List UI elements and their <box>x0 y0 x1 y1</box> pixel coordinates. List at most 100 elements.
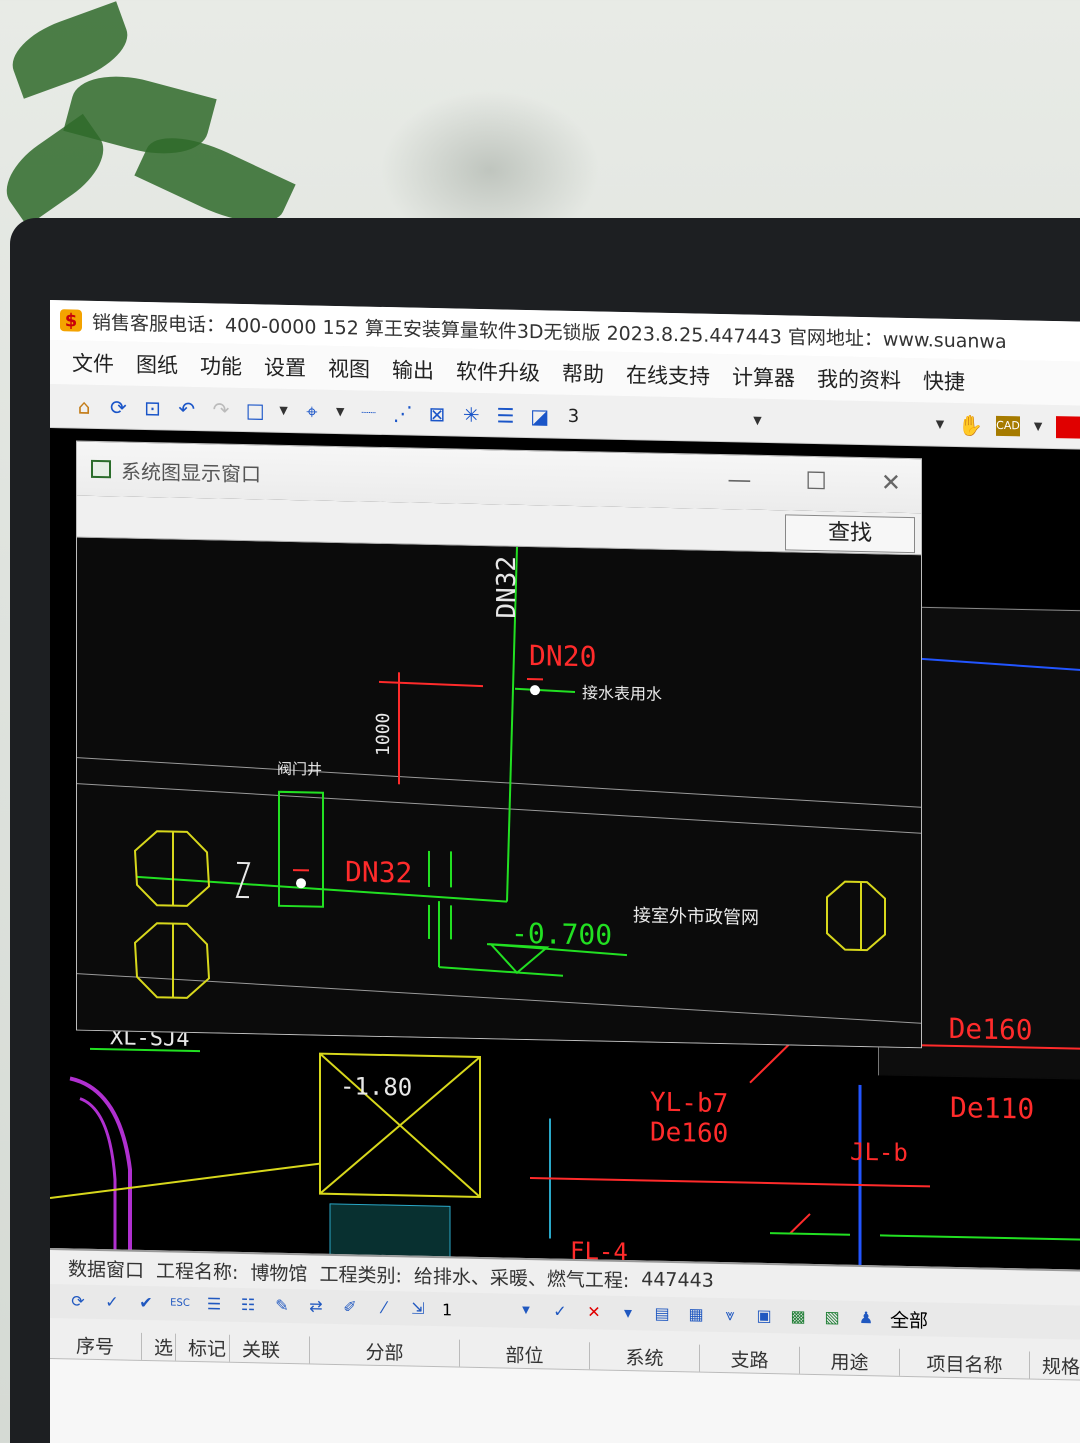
home-icon[interactable]: ⌂ <box>74 394 94 418</box>
label-yl-b7: YL-b7 <box>650 1088 728 1120</box>
edit-icon[interactable]: ✎ <box>272 1296 292 1315</box>
project-name: 博物馆 <box>250 1261 308 1285</box>
chevron-down-icon[interactable]: ▼ <box>1034 420 1042 433</box>
export-icon[interactable]: ▧ <box>822 1307 842 1326</box>
edit-icon[interactable]: ◪ <box>530 404 550 428</box>
delete-icon[interactable]: ✕ <box>584 1302 604 1321</box>
layout-icon[interactable]: ▣ <box>754 1306 774 1325</box>
chevron-down-icon[interactable]: ▼ <box>516 1302 536 1320</box>
label-elevation: -0.700 <box>511 917 612 952</box>
chevron-down-icon[interactable]: ▼ <box>336 405 344 418</box>
menu-calculator[interactable]: 计算器 <box>732 361 795 392</box>
label-jl-b: JL-b <box>850 1138 908 1167</box>
project-name-label: 工程名称: <box>156 1259 239 1284</box>
menu-shortcut[interactable]: 快捷 <box>923 365 965 396</box>
chevron-down-icon[interactable]: ▼ <box>753 414 761 427</box>
label-de160-a: De160 <box>949 1012 1033 1047</box>
cad-badge[interactable]: CAD <box>996 415 1020 436</box>
undo-icon[interactable]: ↶ <box>177 396 197 420</box>
system-window-title: 系统图显示窗口 <box>121 458 261 486</box>
system-diagram-window[interactable]: 系统图显示窗口 — ☐ ✕ 查找 DN32 DN20 接水表用水 1000 阀门… <box>76 440 922 1049</box>
zoom-extent-icon[interactable]: ⊡ <box>142 395 162 419</box>
layer-value[interactable]: 3 <box>568 406 579 427</box>
label-valve-well: 阀门井 <box>277 760 322 779</box>
col-index[interactable]: 序号 <box>64 1331 142 1360</box>
label-dn20: DN20 <box>529 639 596 673</box>
data-window[interactable]: 数据窗口 工程名称: 博物馆 工程类别: 给排水、采暖、燃气工程: 447443… <box>50 1248 1080 1443</box>
menu-output[interactable]: 输出 <box>392 354 434 385</box>
menu-function[interactable]: 功能 <box>200 350 242 381</box>
data-window-title: 数据窗口 <box>68 1257 145 1282</box>
esc-icon[interactable]: ESC <box>170 1295 190 1313</box>
menu-drawing[interactable]: 图纸 <box>136 349 178 380</box>
page-value[interactable]: 1 <box>442 1300 502 1320</box>
label-de110: De110 <box>950 1091 1034 1126</box>
refresh-icon[interactable]: ⟳ <box>68 1291 88 1310</box>
transfer-icon[interactable]: ⇄ <box>306 1296 326 1315</box>
window-icon <box>91 459 111 479</box>
check-all-icon[interactable]: ✔ <box>136 1293 156 1312</box>
person-icon[interactable]: ♟ <box>856 1308 876 1327</box>
table-icon[interactable]: ▤ <box>652 1304 672 1323</box>
linetype-icon[interactable]: ┈┈ <box>358 400 378 424</box>
cad-workspace[interactable]: XL-SJ4 -1.80 YL-b7 De160 JL-b De110 FL-4 <box>50 428 1080 1443</box>
import-icon[interactable]: ⇲ <box>408 1299 428 1318</box>
menu-view[interactable]: 视图 <box>328 353 370 384</box>
minimize-icon[interactable]: — <box>727 465 751 494</box>
project-type-label: 工程类别: <box>319 1263 402 1287</box>
menu-help[interactable]: 帮助 <box>562 358 604 389</box>
project-type: 给排水、采暖、燃气工程: <box>413 1265 630 1292</box>
find-button[interactable]: 查找 <box>785 514 915 554</box>
rectangle-icon[interactable]: □ <box>245 398 265 422</box>
system-diagram-canvas[interactable]: DN32 DN20 接水表用水 1000 阀门井 DN32 -0.700 接室外… <box>77 537 921 1048</box>
label-de160-b: De160 <box>650 1118 728 1150</box>
menu-upgrade[interactable]: 软件升级 <box>456 356 540 388</box>
app-logo-icon: $ <box>60 309 82 332</box>
all-label[interactable]: 全部 <box>890 1305 928 1333</box>
brush-icon[interactable]: ⁄ <box>374 1298 394 1317</box>
project-code: 447443 <box>641 1268 714 1292</box>
color-swatch[interactable] <box>1056 415 1080 439</box>
check-icon[interactable]: ✓ <box>102 1292 122 1311</box>
hand-icon[interactable]: ✋ <box>958 413 983 438</box>
list-check-icon[interactable]: ☷ <box>238 1295 258 1314</box>
col-select[interactable]: 选 <box>142 1332 176 1361</box>
menu-online-support[interactable]: 在线支持 <box>626 359 710 391</box>
redo-icon[interactable]: ↷ <box>211 397 231 421</box>
delete-icon[interactable]: ⊠ <box>427 401 447 425</box>
col-branch[interactable]: 支路 <box>700 1344 800 1374</box>
layers-icon[interactable]: ☰ <box>495 403 515 427</box>
crosshair-icon[interactable]: ⌖ <box>302 399 322 423</box>
list-check-icon[interactable]: ☰ <box>204 1294 224 1313</box>
laptop-screen: $ 销售客服电话：400-0000 152 算王安装算量软件3D无锁版 2023… <box>50 300 1080 1443</box>
label-to-water-unit: 接水表用水 <box>582 683 662 704</box>
col-section[interactable]: 分部 <box>310 1336 460 1367</box>
menu-file[interactable]: 文件 <box>72 347 114 378</box>
pen-icon[interactable]: ✐ <box>340 1297 360 1316</box>
menu-my-profile[interactable]: 我的资料 <box>817 363 901 395</box>
label-dn32: DN32 <box>345 855 412 889</box>
excel-icon[interactable]: ▩ <box>788 1307 808 1326</box>
col-mark[interactable]: 标记 <box>176 1333 230 1362</box>
col-item-name[interactable]: 项目名称 <box>900 1348 1030 1379</box>
chevron-down-icon[interactable]: ▼ <box>936 418 944 431</box>
close-icon[interactable]: ✕ <box>881 468 901 496</box>
label-to-municipal: 接室外市政管网 <box>633 905 759 929</box>
label-elev-180: -1.80 <box>340 1072 412 1102</box>
col-location[interactable]: 部位 <box>460 1339 590 1370</box>
col-system[interactable]: 系统 <box>590 1342 700 1372</box>
star-icon[interactable]: ✳ <box>461 402 481 426</box>
snap-icon[interactable]: ⋰ <box>393 401 413 425</box>
chevron-down-icon[interactable]: ▼ <box>279 404 287 417</box>
menu-settings[interactable]: 设置 <box>264 351 306 382</box>
maximize-icon[interactable]: ☐ <box>805 467 827 495</box>
label-dn32-vertical: DN32 <box>492 556 522 619</box>
refresh-icon[interactable]: ⟳ <box>108 395 128 419</box>
filter-check-icon[interactable]: ⩔ <box>720 1305 740 1324</box>
grid-icon[interactable]: ▦ <box>686 1304 706 1323</box>
filter-icon[interactable]: ▾ <box>618 1303 638 1322</box>
col-usage[interactable]: 用途 <box>800 1346 900 1376</box>
check-x-icon[interactable]: ✓ <box>550 1302 570 1321</box>
col-spec[interactable]: 规格 <box>1030 1352 1080 1380</box>
col-link[interactable]: 关联 <box>230 1334 310 1364</box>
